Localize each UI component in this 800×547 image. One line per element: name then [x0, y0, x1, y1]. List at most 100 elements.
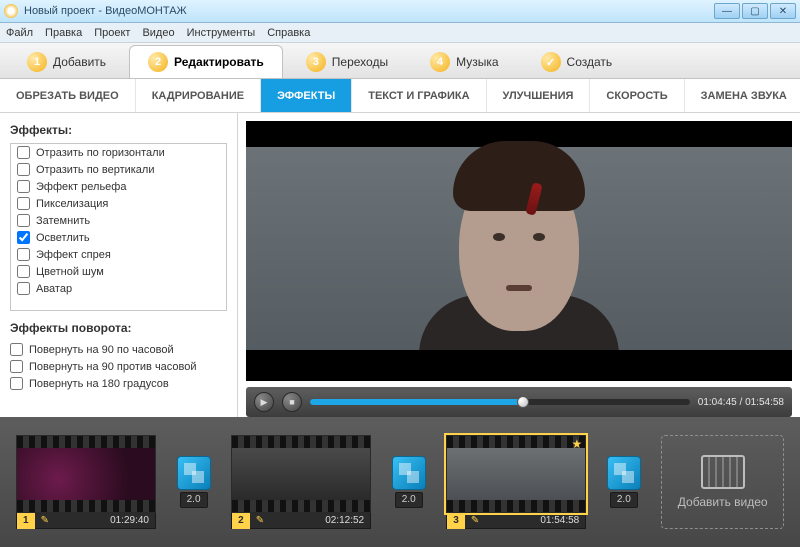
app-icon — [4, 4, 18, 18]
step-number-icon: 1 — [27, 52, 47, 72]
close-button[interactable]: ✕ — [770, 3, 796, 19]
effect-checkbox[interactable] — [17, 163, 30, 176]
clip-number: 1 — [17, 513, 35, 529]
effect-label: Эффект спрея — [36, 249, 111, 261]
star-icon: ★ — [571, 437, 582, 451]
menu-справка[interactable]: Справка — [267, 27, 310, 39]
transition-duration[interactable]: 2.0 — [395, 492, 423, 508]
step-tabs: 1 Добавить 2Редактировать 3 Переходы 4Музыка С… — [0, 43, 800, 79]
transition-slot: 2.0 — [600, 456, 647, 508]
menu-видео[interactable]: Видео — [142, 27, 174, 39]
timeline-clip[interactable]: 1✎ 01:29:40 — [16, 435, 156, 529]
effect-label: Затемнить — [36, 215, 90, 227]
transition-slot: 2.0 — [385, 456, 432, 508]
menu-инструменты[interactable]: Инструменты — [187, 27, 256, 39]
clip-thumbnail[interactable] — [231, 435, 371, 513]
clip-edit-icon[interactable]: ✎ — [35, 515, 55, 526]
transition-slot: 2.0 — [170, 456, 217, 508]
timeline-clip[interactable]: ★3✎01:54:58 — [446, 435, 586, 529]
step-tab-добавить[interactable]: 1 Добавить — [8, 45, 125, 78]
effect-checkbox[interactable] — [17, 282, 30, 295]
timeline-clip[interactable]: 2✎ 02:12:52 — [231, 435, 371, 529]
add-video-label: Добавить видео — [678, 495, 768, 509]
effect-checkbox[interactable] — [17, 231, 30, 244]
effect-checkbox[interactable] — [17, 214, 30, 227]
transition-duration[interactable]: 2.0 — [180, 492, 208, 508]
effect-item[interactable]: Аватар — [11, 280, 226, 297]
transition-icon[interactable] — [607, 456, 641, 490]
subtab-6[interactable]: ЗАМЕНА ЗВУКА — [685, 79, 800, 112]
effect-checkbox[interactable] — [17, 146, 30, 159]
subtab-1[interactable]: КАДРИРОВАНИЕ — [136, 79, 261, 112]
menu-правка[interactable]: Правка — [45, 27, 82, 39]
transition-icon[interactable] — [392, 456, 426, 490]
rotation-checkbox[interactable] — [10, 343, 23, 356]
seek-knob[interactable] — [517, 396, 529, 408]
player-controls: ▶ ■ 01:04:45 / 01:54:58 — [246, 387, 792, 417]
play-button[interactable]: ▶ — [254, 392, 274, 412]
rotation-item[interactable]: Повернуть на 180 градусов — [10, 375, 227, 392]
effect-checkbox[interactable] — [17, 265, 30, 278]
effect-item[interactable]: Цветной шум — [11, 263, 226, 280]
effect-checkbox[interactable] — [17, 197, 30, 210]
step-number-icon: 4 — [430, 52, 450, 72]
effect-label: Аватар — [36, 283, 72, 295]
maximize-button[interactable]: ▢ — [742, 3, 768, 19]
timecode: 01:04:45 / 01:54:58 — [698, 397, 784, 408]
effect-item[interactable]: Затемнить — [11, 212, 226, 229]
step-tab-редактировать[interactable]: 2Редактировать — [129, 45, 283, 78]
step-tab-переходы[interactable]: 3 Переходы — [287, 45, 407, 78]
rotation-label: Повернуть на 180 градусов — [29, 378, 169, 390]
clip-number: 3 — [447, 513, 465, 529]
menu-файл[interactable]: Файл — [6, 27, 33, 39]
step-label: Создать — [567, 55, 613, 69]
rotation-item[interactable]: Повернуть на 90 по часовой — [10, 341, 227, 358]
subtab-0[interactable]: ОБРЕЗАТЬ ВИДЕО — [0, 79, 136, 112]
clip-edit-icon[interactable]: ✎ — [250, 515, 270, 526]
step-tab-музыка[interactable]: 4Музыка — [411, 45, 517, 78]
minimize-button[interactable]: — — [714, 3, 740, 19]
step-tab-создать[interactable]: Создать — [522, 45, 632, 78]
effects-sidebar: Эффекты: Отразить по горизонталиОтразить… — [0, 113, 238, 417]
clip-duration: 01:29:40 — [104, 515, 155, 526]
effect-item[interactable]: Эффект спрея — [11, 246, 226, 263]
film-icon — [701, 455, 745, 489]
rotation-checkbox[interactable] — [10, 360, 23, 373]
clip-thumbnail[interactable] — [16, 435, 156, 513]
effect-item[interactable]: Отразить по горизонтали — [11, 144, 226, 161]
subtab-5[interactable]: СКОРОСТЬ — [590, 79, 684, 112]
clip-infobar: 1✎ 01:29:40 — [16, 513, 156, 529]
rotation-label: Повернуть на 90 по часовой — [29, 344, 174, 356]
transition-duration[interactable]: 2.0 — [610, 492, 638, 508]
effect-label: Осветлить — [36, 232, 90, 244]
effect-checkbox[interactable] — [17, 248, 30, 261]
step-label: Добавить — [53, 55, 106, 69]
effect-label: Отразить по вертикали — [36, 164, 154, 176]
effect-checkbox[interactable] — [17, 180, 30, 193]
subtabs: ОБРЕЗАТЬ ВИДЕОКАДРИРОВАНИЕЭФФЕКТЫТЕКСТ И… — [0, 79, 800, 113]
clip-number: 2 — [232, 513, 250, 529]
subtab-3[interactable]: ТЕКСТ И ГРАФИКА — [352, 79, 486, 112]
subtab-4[interactable]: УЛУЧШЕНИЯ — [487, 79, 591, 112]
subtab-2[interactable]: ЭФФЕКТЫ — [261, 79, 352, 112]
seek-bar[interactable] — [310, 399, 690, 405]
step-label: Переходы — [332, 55, 388, 69]
transition-icon[interactable] — [177, 456, 211, 490]
effect-label: Отразить по горизонтали — [36, 147, 165, 159]
rotation-checkbox[interactable] — [10, 377, 23, 390]
clip-duration: 02:12:52 — [319, 515, 370, 526]
step-number-icon: 3 — [306, 52, 326, 72]
stop-button[interactable]: ■ — [282, 392, 302, 412]
effect-item[interactable]: Отразить по вертикали — [11, 161, 226, 178]
add-video-button[interactable]: Добавить видео — [661, 435, 784, 529]
menu-проект[interactable]: Проект — [94, 27, 130, 39]
effects-list[interactable]: Отразить по горизонтали Отразить по верти… — [10, 143, 227, 311]
clip-edit-icon[interactable]: ✎ — [465, 515, 485, 526]
menubar: Файл Правка Проект Видео Инструменты Справка — [0, 23, 800, 43]
clip-thumbnail[interactable]: ★ — [446, 435, 586, 513]
rotation-item[interactable]: Повернуть на 90 против часовой — [10, 358, 227, 375]
effect-item[interactable]: Осветлить — [11, 229, 226, 246]
effect-item[interactable]: Эффект рельефа — [11, 178, 226, 195]
preview-video[interactable] — [246, 121, 792, 381]
effect-item[interactable]: Пикселизация — [11, 195, 226, 212]
